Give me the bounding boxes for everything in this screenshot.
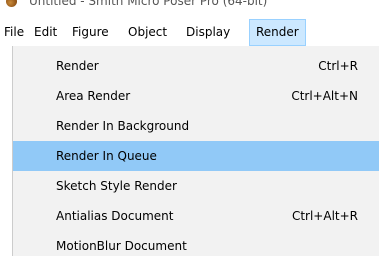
window-title: Untitled - Smith Micro Poser Pro (64-bit… (29, 0, 268, 8)
menu-edit[interactable]: Edit (34, 19, 57, 46)
menu-item-shortcut: Ctrl+Alt+R (291, 209, 358, 223)
menu-item-sketch-style-render[interactable]: Sketch Style Render (13, 171, 379, 201)
menu-figure[interactable]: Figure (72, 19, 109, 46)
menu-item-render-in-background[interactable]: Render In Background (13, 111, 379, 141)
menu-item-label: Render In Queue (56, 149, 157, 163)
menu-item-motionblur-document[interactable]: MotionBlur Document (13, 231, 379, 261)
menu-item-render[interactable]: Render Ctrl+R (13, 51, 379, 81)
menu-item-label: Render In Background (56, 119, 190, 133)
menu-item-area-render[interactable]: Area Render Ctrl+Alt+N (13, 81, 379, 111)
menu-item-label: Render (56, 59, 99, 73)
menu-object[interactable]: Object (128, 19, 167, 46)
render-menu-dropdown: Render Ctrl+R Area Render Ctrl+Alt+N Ren… (12, 46, 379, 256)
menu-file[interactable]: File (4, 19, 24, 46)
menu-item-shortcut: Ctrl+Alt+N (291, 89, 358, 103)
menu-item-label: Antialias Document (56, 209, 174, 223)
menu-item-antialias-document[interactable]: Antialias Document Ctrl+Alt+R (13, 201, 379, 231)
menu-item-render-in-queue[interactable]: Render In Queue (13, 141, 379, 171)
menu-bar: File Edit Figure Object Display Render (0, 19, 379, 46)
title-bar: Untitled - Smith Micro Poser Pro (64-bit… (0, 0, 379, 19)
menu-item-label: Sketch Style Render (56, 179, 177, 193)
menu-item-label: MotionBlur Document (56, 239, 187, 253)
menu-item-shortcut: Ctrl+R (318, 59, 358, 73)
menu-item-label: Area Render (56, 89, 131, 103)
app-icon (6, 0, 17, 7)
menu-display[interactable]: Display (186, 19, 230, 46)
menu-render[interactable]: Render (249, 19, 306, 46)
